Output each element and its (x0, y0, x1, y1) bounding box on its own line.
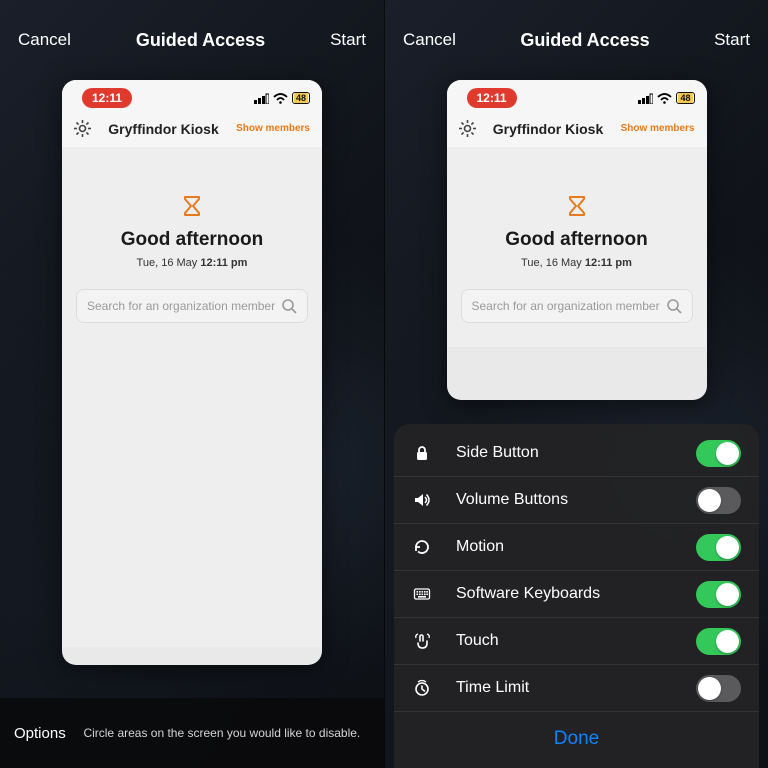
option-row-time-limit: Time Limit (394, 665, 759, 712)
app-title: Gryffindor Kiosk (108, 121, 218, 137)
search-field[interactable] (76, 289, 308, 323)
lock-icon (410, 444, 434, 462)
option-row-motion: Motion (394, 524, 759, 571)
done-bar: Done (394, 712, 759, 768)
battery-indicator: 48 (292, 92, 310, 104)
greeting-text: Good afternoon (76, 229, 308, 251)
cancel-button[interactable]: Cancel (18, 30, 71, 50)
search-icon (281, 298, 297, 314)
date-prefix: Tue, 16 May (137, 257, 201, 269)
time-limit-icon (410, 679, 434, 697)
toggle-touch[interactable] (696, 628, 741, 655)
battery-level: 48 (294, 93, 308, 103)
done-button[interactable]: Done (554, 728, 599, 749)
date-line: Tue, 16 May 12:11 pm (461, 257, 693, 269)
start-button[interactable]: Start (330, 30, 366, 50)
options-sheet: Side Button Volume Buttons Motion Softwa… (394, 424, 759, 768)
option-label: Side Button (456, 444, 696, 462)
wifi-icon (657, 93, 672, 104)
guided-access-top-bar: Cancel Guided Access Start (0, 0, 384, 80)
hourglass-icon (566, 195, 588, 217)
show-members-link[interactable]: Show members (621, 123, 695, 134)
wifi-icon (273, 93, 288, 104)
guided-access-title: Guided Access (136, 30, 265, 51)
option-label: Time Limit (456, 679, 696, 697)
toggle-software-keyboards[interactable] (696, 581, 741, 608)
cellular-icon (254, 93, 269, 104)
pane-left: Cancel Guided Access Start 12:11 48 Gryf… (0, 0, 384, 768)
guided-access-title: Guided Access (520, 30, 649, 51)
status-time-pill: 12:11 (82, 88, 132, 108)
battery-indicator: 48 (676, 92, 694, 104)
option-row-side-button: Side Button (394, 430, 759, 477)
cancel-button[interactable]: Cancel (403, 30, 456, 50)
option-label: Software Keyboards (456, 585, 696, 603)
search-input[interactable] (87, 299, 281, 313)
option-row-software-keyboards: Software Keyboards (394, 571, 759, 618)
option-row-volume-buttons: Volume Buttons (394, 477, 759, 524)
keyboard-icon (410, 585, 434, 603)
options-button[interactable]: Options (14, 725, 66, 742)
app-content: Good afternoon Tue, 16 May 12:11 pm (62, 147, 322, 347)
toggle-time-limit[interactable] (696, 675, 741, 702)
option-label: Volume Buttons (456, 491, 696, 509)
date-prefix: Tue, 16 May (521, 257, 585, 269)
search-input[interactable] (472, 299, 666, 313)
start-button[interactable]: Start (714, 30, 750, 50)
battery-level: 48 (678, 93, 692, 103)
volume-icon (410, 491, 434, 509)
app-content-empty (62, 347, 322, 647)
option-row-touch: Touch (394, 618, 759, 665)
date-time: 12:11 pm (585, 257, 632, 269)
touch-icon (410, 632, 434, 650)
search-icon (666, 298, 682, 314)
guided-access-top-bar: Cancel Guided Access Start (385, 0, 768, 80)
date-line: Tue, 16 May 12:11 pm (76, 257, 308, 269)
status-time-pill: 12:11 (467, 88, 517, 108)
app-header: Gryffindor Kiosk Show members (447, 112, 707, 147)
app-content: Good afternoon Tue, 16 May 12:11 pm (447, 147, 707, 347)
app-preview[interactable]: 12:11 48 Gryffindor Kiosk Show members G… (447, 80, 707, 400)
toggle-volume-buttons[interactable] (696, 487, 741, 514)
gear-icon[interactable] (74, 120, 91, 137)
status-bar: 12:11 48 (447, 80, 707, 112)
date-time: 12:11 pm (200, 257, 247, 269)
status-bar: 12:11 48 (62, 80, 322, 112)
app-title: Gryffindor Kiosk (493, 121, 603, 137)
toggle-motion[interactable] (696, 534, 741, 561)
option-label: Motion (456, 538, 696, 556)
pane-right: Cancel Guided Access Start 12:11 48 Gryf… (384, 0, 768, 768)
app-preview[interactable]: 12:11 48 Gryffindor Kiosk Show members G… (62, 80, 322, 665)
cellular-icon (638, 93, 653, 104)
motion-icon (410, 538, 434, 556)
hourglass-icon (181, 195, 203, 217)
show-members-link[interactable]: Show members (236, 123, 310, 134)
option-label: Touch (456, 632, 696, 650)
gear-icon[interactable] (459, 120, 476, 137)
search-field[interactable] (461, 289, 693, 323)
toggle-side-button[interactable] (696, 440, 741, 467)
greeting-text: Good afternoon (461, 229, 693, 251)
app-header: Gryffindor Kiosk Show members (62, 112, 322, 147)
options-bar: Options Circle areas on the screen you w… (0, 698, 384, 768)
options-hint: Circle areas on the screen you would lik… (74, 725, 370, 741)
